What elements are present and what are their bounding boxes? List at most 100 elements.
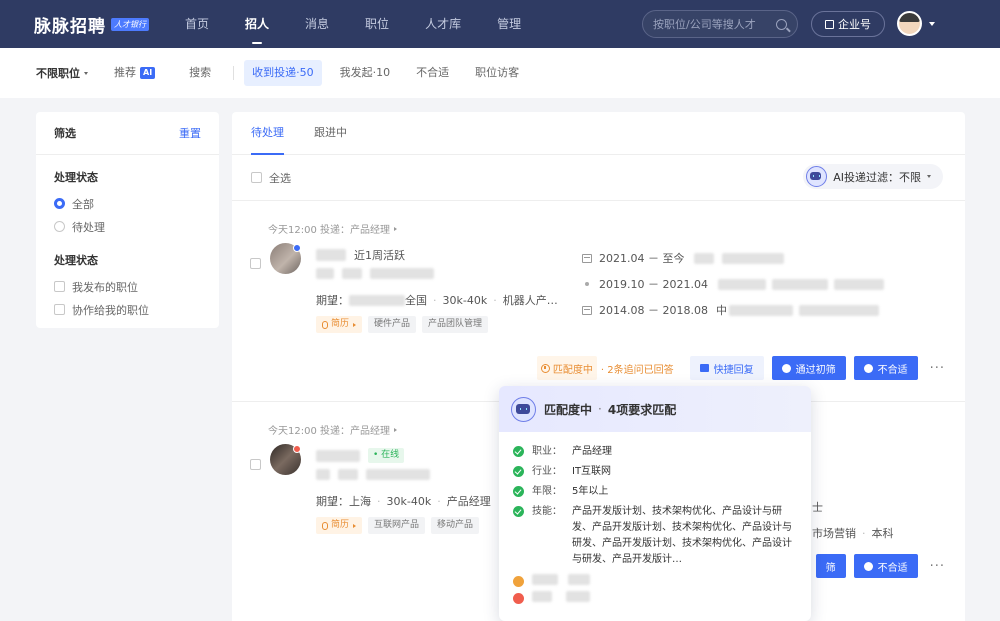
select-all-checkbox[interactable]: 全选 [251, 170, 291, 186]
search-input[interactable] [653, 17, 771, 31]
match-detail-popover: 匹配度中 · 4项要求匹配 职业： 产品经理 行业： IT互联网 年限： 5年以… [499, 386, 811, 621]
logo[interactable]: 脉脉招聘 人才银行 [34, 12, 149, 37]
status-dot [293, 445, 301, 453]
radio-pending[interactable]: 待处理 [54, 215, 201, 238]
redacted [728, 304, 793, 316]
check-circle-icon [781, 363, 791, 373]
reject-button[interactable]: 不合适 [853, 356, 918, 380]
card-checkbox[interactable] [250, 459, 261, 470]
nav-item-messages[interactable]: 消息 [305, 0, 329, 48]
checkbox-icon [54, 281, 65, 292]
skill-tag: 移动产品 [431, 517, 480, 534]
redacted [568, 574, 590, 585]
subtab-visitors[interactable]: 职位访客 [467, 60, 527, 86]
history-row: 2019.10 － 2021.04 [582, 271, 884, 297]
checkbox-shared-jobs[interactable]: 协作给我的职位 [54, 298, 201, 321]
group-title: 处理状态 [54, 254, 98, 267]
subtab-search[interactable]: 搜索 [181, 60, 219, 86]
redacted [566, 591, 590, 602]
redacted [532, 574, 558, 585]
history-row: 士 [812, 494, 894, 520]
popover-header: 匹配度中 · 4项要求匹配 [499, 386, 811, 432]
match-row-redacted [513, 591, 797, 604]
active-status: 近1周活跃 [354, 249, 405, 262]
paperclip-icon [322, 521, 328, 530]
history-org: 中 [715, 304, 727, 317]
redacted [366, 469, 430, 480]
candidate-info-redacted [316, 268, 434, 279]
chevron-down-icon[interactable] [929, 22, 935, 26]
more-icon[interactable]: ··· [930, 361, 945, 376]
check-circle-icon [513, 506, 524, 517]
quick-reply-button[interactable]: 快捷回复 [689, 356, 764, 380]
robot-icon [511, 396, 536, 422]
subtab-label: 推荐 [114, 66, 136, 79]
expectation-row: 期望： 全国 · 30k-40k · 机器人产… [316, 293, 558, 308]
redacted [722, 252, 785, 264]
pass-screening-button[interactable]: 通过初筛 [771, 356, 846, 380]
close-circle-icon [863, 363, 873, 373]
nav-item-home[interactable]: 首页 [185, 0, 209, 48]
warning-icon [540, 363, 550, 373]
button-label: 快捷回复 [713, 364, 754, 376]
check-circle-icon [513, 466, 524, 477]
match-row: 行业： IT互联网 [513, 464, 797, 480]
redacted [771, 278, 828, 290]
sub-tabs-bar: 不限职位 推荐 AI 搜索 收到投递·50 我发起·10 不合适 职位访客 [0, 48, 1000, 98]
ai-filter-dropdown[interactable]: AI投递过滤：不限 [803, 164, 943, 189]
more-icon[interactable]: ··· [930, 559, 945, 574]
chat-icon [699, 364, 709, 372]
resume-tag[interactable]: 简历 [316, 517, 363, 534]
ai-filter-label: AI投递过滤：不限 [833, 170, 921, 184]
user-avatar[interactable] [897, 11, 922, 36]
logo-badge: 人才银行 [111, 17, 149, 31]
match-key: 年限： [532, 486, 562, 497]
radio-checked-icon [54, 198, 65, 209]
warning-icon [513, 576, 524, 587]
skill-tag: 硬件产品 [368, 316, 417, 333]
subtab-initiated[interactable]: 我发起·10 [332, 60, 399, 86]
check-circle-icon [513, 446, 524, 457]
checkbox-icon [251, 172, 262, 183]
enterprise-button[interactable]: 企业号 [811, 11, 885, 37]
nav-item-talent-pool[interactable]: 人才库 [425, 0, 461, 48]
checkbox-my-jobs[interactable]: 我发布的职位 [54, 275, 201, 298]
subtab-unsuitable[interactable]: 不合适 [408, 60, 457, 86]
option-label: 我发布的职位 [72, 280, 138, 294]
card-checkbox[interactable] [250, 258, 261, 269]
candidate-name-row: 近1周活跃 [316, 247, 405, 263]
nav-item-jobs[interactable]: 职位 [365, 0, 389, 48]
apply-job: 投递：产品经理 [320, 426, 391, 437]
candidate-info-redacted [316, 469, 430, 480]
nav-item-recruit[interactable]: 招人 [245, 0, 269, 48]
match-level-tag[interactable]: 匹配度中 [536, 356, 597, 380]
button-label: 筛 [825, 562, 836, 574]
nav-item-manage[interactable]: 管理 [497, 0, 521, 48]
pass-screening-button[interactable]: 筛 [815, 554, 846, 578]
expectation-row: 期望： 上海 · 30k-40k · 产品经理 [316, 494, 491, 509]
card-meta: 今天12:00 投递：产品经理 [268, 221, 398, 236]
work-history: 2021.04 － 至今 2019.10 － 2021.04 2014.08 －… [582, 245, 884, 323]
match-key: 技能： [532, 506, 562, 517]
search-box [642, 10, 798, 38]
tab-pending[interactable]: 待处理 [251, 124, 284, 155]
card-meta: 今天12:00 投递：产品经理 [268, 422, 398, 437]
chevron-down-icon [84, 71, 88, 75]
subtab-received[interactable]: 收到投递·50 [244, 60, 322, 86]
job-filter-dropdown[interactable]: 不限职位 [36, 65, 88, 81]
radio-icon [54, 221, 65, 232]
online-badge: • 在线 [368, 448, 405, 463]
chevron-right-icon [353, 322, 357, 327]
resume-tag[interactable]: 简历 [316, 316, 363, 333]
filter-title: 筛选 [54, 127, 76, 140]
subtab-recommend[interactable]: 推荐 AI [106, 60, 163, 86]
match-label: 匹配度中 [552, 364, 593, 376]
match-extra: · 2条追问已回答 [600, 364, 674, 376]
radio-all[interactable]: 全部 [54, 192, 201, 215]
redacted [342, 268, 362, 279]
reject-button[interactable]: 不合适 [853, 554, 918, 578]
reset-button[interactable]: 重置 [179, 125, 201, 141]
tab-following[interactable]: 跟进中 [314, 124, 347, 154]
search-icon[interactable] [776, 18, 787, 30]
building-icon [825, 19, 834, 29]
